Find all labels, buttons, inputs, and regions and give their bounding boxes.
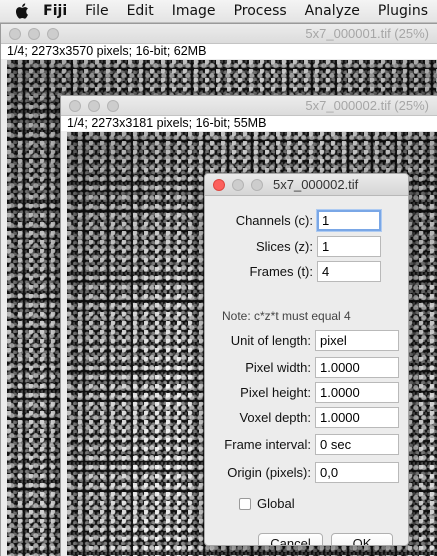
slices-field[interactable] — [317, 236, 381, 257]
close-icon[interactable] — [213, 179, 225, 191]
voxel-depth-row: Voxel depth: — [205, 407, 399, 428]
minimize-icon[interactable] — [28, 28, 40, 40]
menu-analyze[interactable]: Analyze — [296, 0, 369, 23]
pixel-width-field[interactable] — [315, 357, 399, 378]
channels-label: Channels (c): — [235, 213, 313, 228]
channels-row: Channels (c): — [205, 210, 381, 231]
origin-label: Origin (pixels): — [227, 465, 311, 480]
global-option[interactable]: Global — [239, 496, 295, 511]
properties-dialog: 5x7_000002.tif Channels (c): Slices (z):… — [204, 173, 409, 546]
window-title: 5x7_000002.tif (25%) — [305, 98, 429, 113]
menu-plugins[interactable]: Plugins — [369, 0, 437, 23]
dialog-title: 5x7_000002.tif — [273, 177, 359, 192]
global-label: Global — [257, 496, 295, 511]
global-checkbox[interactable] — [239, 497, 251, 510]
minimize-icon[interactable] — [232, 179, 244, 191]
frame-interval-label: Frame interval: — [224, 437, 311, 452]
menu-bar: Fiji File Edit Image Process Analyze Plu… — [0, 0, 437, 23]
pixel-height-label: Pixel height: — [240, 385, 311, 400]
unit-label: Unit of length: — [230, 333, 311, 348]
origin-field[interactable] — [315, 462, 399, 483]
pixel-width-label: Pixel width: — [245, 360, 311, 375]
unit-row: Unit of length: — [205, 330, 399, 351]
slices-row: Slices (z): — [205, 236, 381, 257]
voxel-depth-field[interactable] — [315, 407, 399, 428]
pixel-height-field[interactable] — [315, 382, 399, 403]
menu-file[interactable]: File — [76, 0, 117, 23]
channels-field[interactable] — [317, 210, 381, 231]
slices-label: Slices (z): — [255, 239, 313, 254]
menu-process[interactable]: Process — [225, 0, 296, 23]
cancel-button[interactable]: Cancel — [258, 533, 323, 545]
window-controls — [213, 179, 263, 191]
zoom-icon[interactable] — [107, 100, 119, 112]
apple-logo-icon[interactable] — [10, 3, 34, 19]
window-titlebar[interactable]: 5x7_000002.tif (25%) — [61, 96, 437, 116]
frame-interval-field[interactable] — [315, 434, 399, 455]
menu-edit[interactable]: Edit — [118, 0, 163, 23]
ok-button[interactable]: OK — [331, 533, 393, 545]
window-titlebar[interactable]: 5x7_000001.tif (25%) — [1, 24, 437, 44]
window-controls — [9, 28, 59, 40]
pixel-height-row: Pixel height: — [205, 382, 399, 403]
zoom-icon[interactable] — [47, 28, 59, 40]
close-icon[interactable] — [69, 100, 81, 112]
frame-interval-row: Frame interval: — [205, 434, 399, 455]
unit-of-length-field[interactable] — [315, 330, 399, 351]
zoom-icon[interactable] — [251, 179, 263, 191]
constraint-note: Note: c*z*t must equal 4 — [222, 309, 351, 323]
pixel-width-row: Pixel width: — [205, 357, 399, 378]
menu-image[interactable]: Image — [163, 0, 225, 23]
frames-label: Frames (t): — [249, 264, 313, 279]
menu-fiji[interactable]: Fiji — [34, 0, 76, 23]
frames-row: Frames (t): — [205, 261, 381, 282]
frames-field[interactable] — [317, 261, 381, 282]
close-icon[interactable] — [9, 28, 21, 40]
dialog-titlebar[interactable]: 5x7_000002.tif — [205, 174, 408, 196]
origin-row: Origin (pixels): — [205, 462, 399, 483]
minimize-icon[interactable] — [88, 100, 100, 112]
image-info-line: 1/4; 2273x3570 pixels; 16-bit; 62MB — [1, 44, 437, 59]
window-title: 5x7_000001.tif (25%) — [305, 26, 429, 41]
image-info-line: 1/4; 2273x3181 pixels; 16-bit; 55MB — [61, 116, 437, 131]
voxel-depth-label: Voxel depth: — [239, 410, 311, 425]
window-controls — [69, 100, 119, 112]
